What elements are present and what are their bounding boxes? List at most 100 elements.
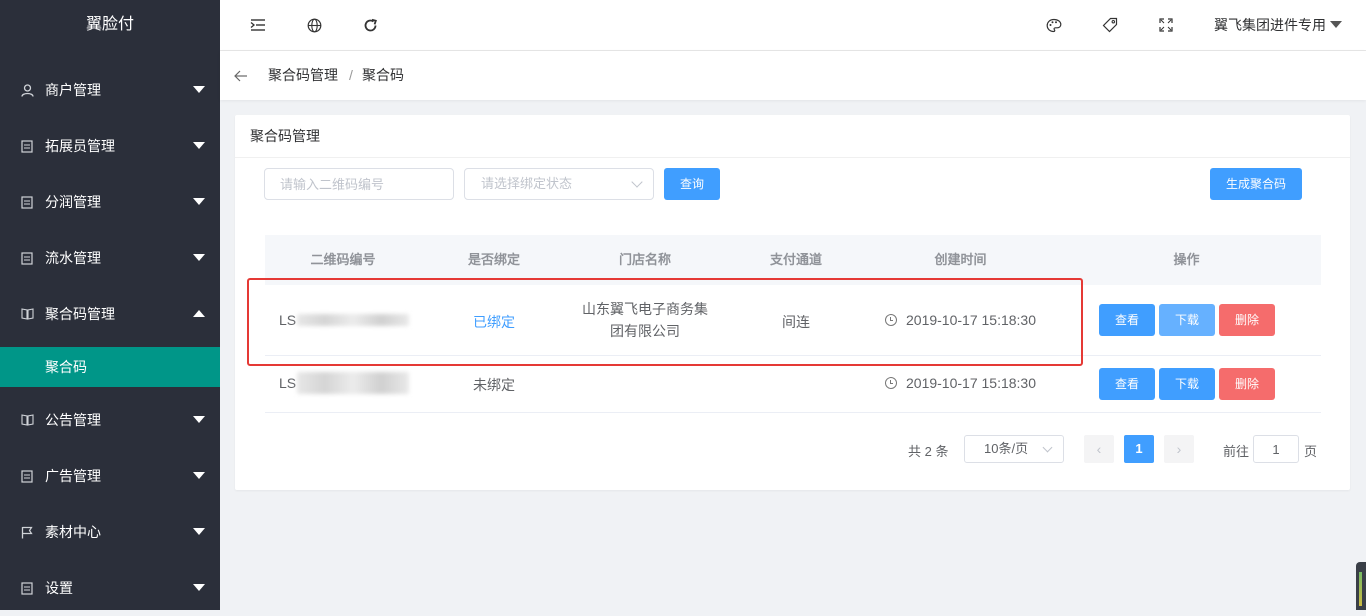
sidebar-item-announcements[interactable]: 公告管理 [0,392,220,448]
prev-page-button[interactable]: ‹ [1084,435,1114,463]
caret-down-icon [193,142,205,149]
refresh-icon[interactable] [358,0,382,50]
created-time-text: 2019-10-17 15:18:30 [906,312,1036,328]
view-button[interactable]: 查看 [1099,368,1155,400]
clock-icon [885,377,897,389]
bind-status-cell: 未绑定 [473,377,515,393]
column-header: 门店名称 [618,252,671,267]
sidebar-item-merchant[interactable]: 商户管理 [0,62,220,118]
sidebar-item-label: 商户管理 [45,82,101,98]
chevron-down-icon [1042,442,1053,453]
sidebar-item-materials[interactable]: 素材中心 [0,504,220,560]
fullscreen-icon[interactable] [1154,0,1178,50]
sidebar-item-label: 分润管理 [45,194,101,210]
column-header: 创建时间 [934,252,987,267]
delete-button[interactable]: 删除 [1219,368,1275,400]
chevron-left-icon: ‹ [1096,441,1102,457]
sidebar-item-transactions[interactable]: 流水管理 [0,230,220,286]
menu-fold-icon[interactable] [246,0,270,50]
created-time-text: 2019-10-17 15:18:30 [906,375,1036,391]
sidebar-item-profit-share[interactable]: 分润管理 [0,174,220,230]
bind-status-select[interactable]: 请选择绑定状态 [464,168,654,200]
doc-icon [20,230,34,286]
tag-icon[interactable] [1098,0,1122,50]
query-button[interactable]: 查询 [664,168,720,200]
qr-code-cell: LS [279,312,296,328]
created-time-cell: 2019-10-17 15:18:30 [869,375,1052,391]
column-header: 二维码编号 [310,252,376,267]
page-size-value: 10条/页 [984,441,1029,456]
goto-page-input[interactable] [1253,435,1299,463]
qr-code-search-input[interactable] [264,168,454,200]
caret-down-icon[interactable] [1330,21,1342,28]
next-page-button[interactable]: › [1164,435,1194,463]
clock-icon [885,314,897,326]
book-icon [20,286,34,342]
breadcrumb-parent[interactable]: 聚合码管理 [268,51,338,100]
sidebar-item-label: 公告管理 [45,412,101,428]
flag-icon [20,504,34,560]
top-bar: 翼飞集团进件专用 [220,0,1366,51]
sidebar-item-ads[interactable]: 广告管理 [0,448,220,504]
sidebar-subitem-qr-code[interactable]: 聚合码 [0,347,220,387]
column-header: 操作 [1173,252,1200,267]
delete-button[interactable]: 删除 [1219,304,1275,336]
breadcrumb-bar: 聚合码管理 / 聚合码 [220,51,1366,100]
user-menu[interactable]: 翼飞集团进件专用 [1214,0,1326,50]
sidebar-item-promoter[interactable]: 拓展员管理 [0,118,220,174]
download-button[interactable]: 下载 [1159,304,1215,336]
breadcrumb-current: 聚合码 [362,67,404,83]
created-time-cell: 2019-10-17 15:18:30 [869,312,1052,328]
sidebar-item-qr-management[interactable]: 聚合码管理 [0,286,220,342]
sidebar-item-label: 拓展员管理 [45,138,115,154]
chevron-right-icon: › [1176,441,1182,457]
table-row: LS 未绑定 2019-10-17 15:18:30 查看 下载 删除 [265,355,1321,413]
doc-icon [20,118,34,174]
doc-icon [20,448,34,504]
submenu: 聚合码 [0,347,220,387]
sidebar-item-label: 设置 [45,580,73,596]
page-size-select[interactable]: 10条/页 [964,435,1064,463]
caret-down-icon [193,472,205,479]
caret-down-icon [193,254,205,261]
breadcrumb-separator: / [349,67,353,83]
globe-icon[interactable] [302,0,326,50]
sidebar-subitem-label: 聚合码 [45,359,87,375]
page-number-1[interactable]: 1 [1124,435,1154,463]
store-name-line: 团有限公司 [610,323,680,339]
caret-up-icon [193,310,205,317]
store-name-cell: 山东翼飞电子商务集 团有限公司 [567,298,723,342]
card-title: 聚合码管理 [250,128,320,144]
qr-code-prefix: LS [279,375,297,391]
redacted-code [297,314,409,326]
pagination-total: 共 2 条 [908,444,949,459]
table-header: 二维码编号 是否绑定 门店名称 支付通道 创建时间 操作 [265,235,1321,285]
window-scrollbar[interactable] [1356,562,1366,610]
user-icon [20,62,34,118]
doc-icon [20,560,34,616]
book-icon [20,392,34,448]
sidebar-item-settings[interactable]: 设置 [0,560,220,616]
caret-down-icon [193,528,205,535]
qr-code-prefix: LS [279,312,297,328]
sidebar-item-label: 流水管理 [45,250,101,266]
download-button[interactable]: 下载 [1159,368,1215,400]
view-button[interactable]: 查看 [1099,304,1155,336]
goto-label: 前往 [1223,444,1250,459]
select-placeholder: 请选择绑定状态 [481,176,573,191]
column-header: 是否绑定 [467,252,520,267]
sidebar-item-label: 广告管理 [45,468,101,484]
sidebar-item-label: 素材中心 [45,524,101,540]
palette-icon[interactable] [1042,0,1066,50]
caret-down-icon [193,198,205,205]
bind-status-cell: 已绑定 [473,314,515,330]
sidebar-item-label: 聚合码管理 [45,306,115,322]
generate-qr-button[interactable]: 生成聚合码 [1210,168,1302,200]
qr-management-card: 聚合码管理 请选择绑定状态 查询 生成聚合码 二维码编号 是否绑定 门店名称 支… [235,115,1350,490]
doc-icon [20,174,34,230]
back-arrow-icon[interactable] [234,51,248,100]
table-row: LS 已绑定 山东翼飞电子商务集 团有限公司 间连 2019-10-17 15:… [265,285,1321,356]
page-unit-label: 页 [1304,444,1318,459]
caret-down-icon [193,416,205,423]
sidebar: 翼脸付 商户管理 拓展员管理 分润管理 流水管理 聚合码管理 聚合码 公告管理 … [0,0,220,610]
